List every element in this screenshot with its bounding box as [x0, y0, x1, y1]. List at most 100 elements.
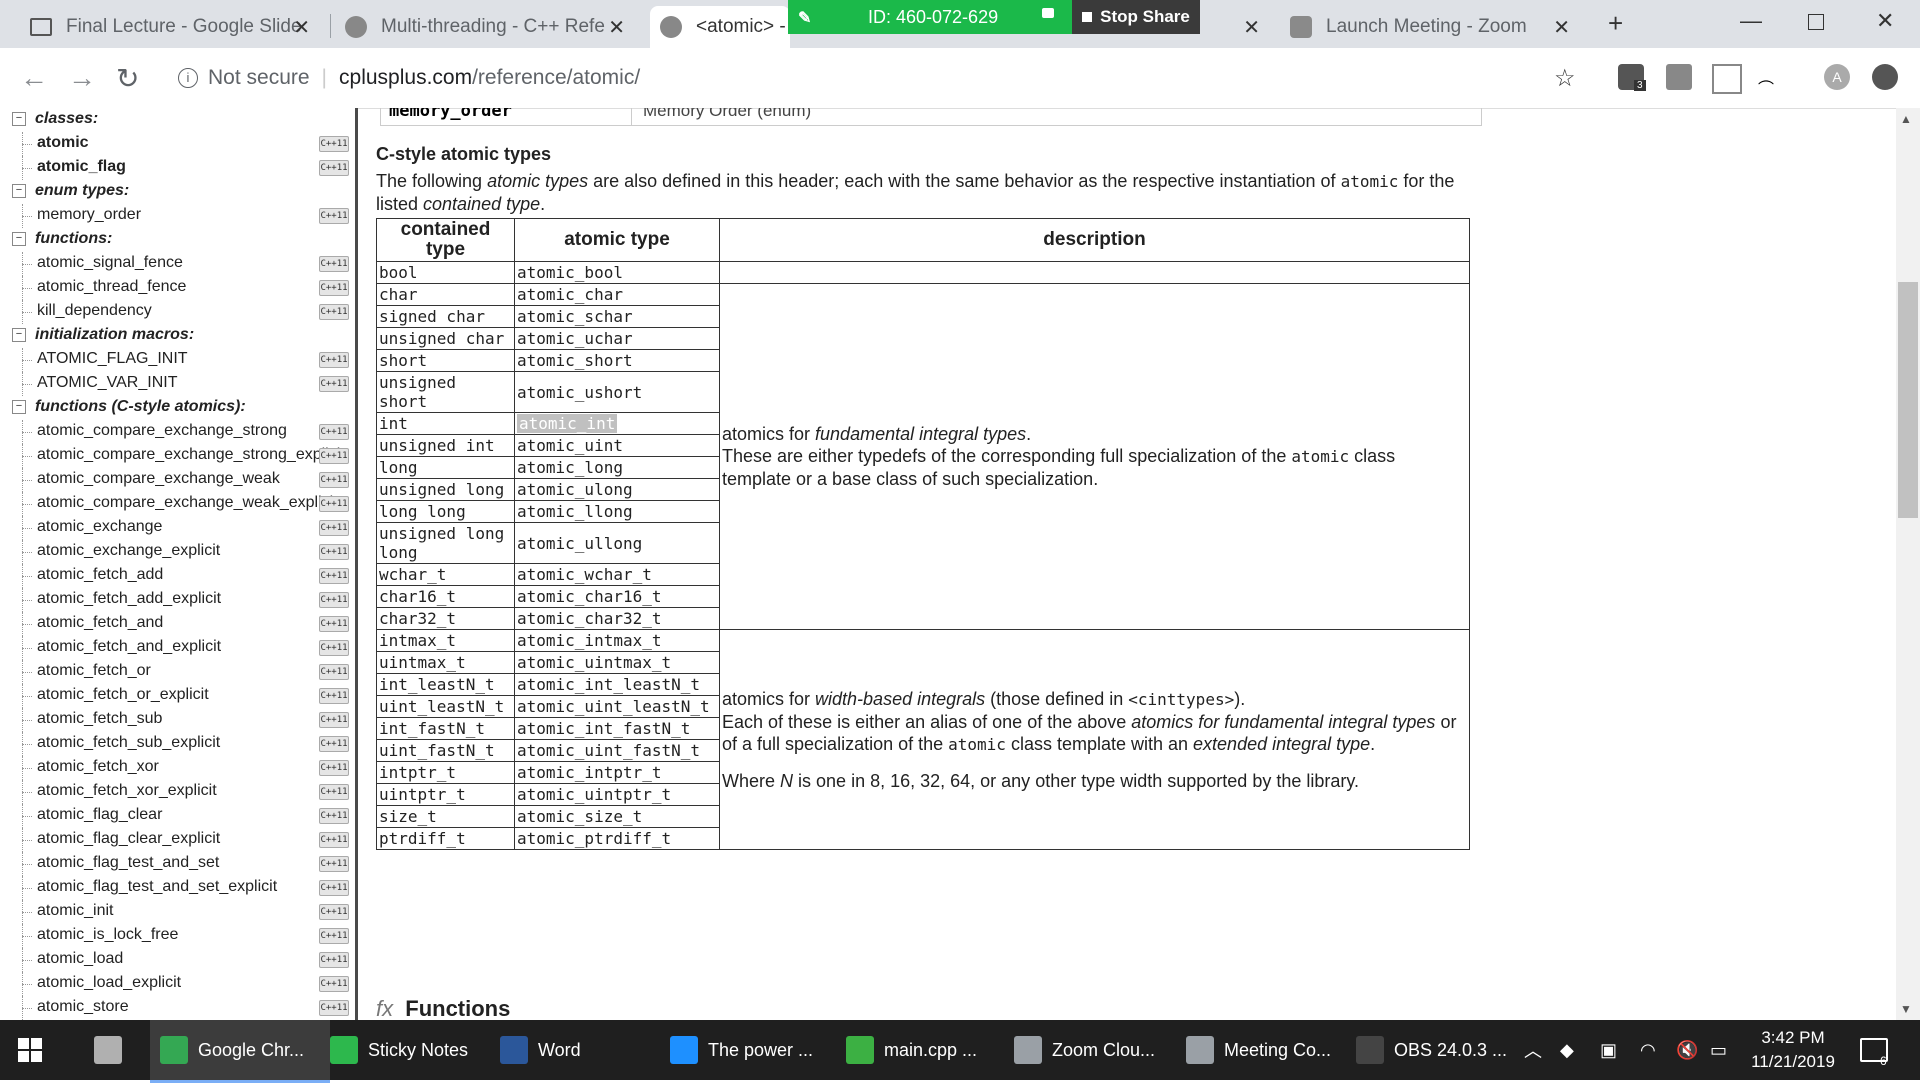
close-icon[interactable]: ✕: [608, 15, 625, 40]
taskbar-app[interactable]: Zoom Clou...: [1014, 1020, 1155, 1080]
sidebar-item[interactable]: atomic_flag_test_and_set_explicit C++11: [0, 876, 355, 900]
new-tab-button[interactable]: +: [1608, 8, 1623, 39]
minimize-icon[interactable]: —: [1740, 8, 1762, 34]
url-host: cplusplus.com: [339, 66, 473, 89]
info-icon[interactable]: i: [178, 68, 198, 88]
show-hidden-icons[interactable]: ︿: [1524, 1020, 1542, 1080]
sidebar-item[interactable]: atomic_fetch_and C++11: [0, 612, 355, 636]
close-icon[interactable]: ✕: [1553, 15, 1570, 40]
close-icon[interactable]: ✕: [1243, 15, 1260, 40]
tree-branch: [22, 216, 32, 217]
collapse-icon[interactable]: −: [12, 112, 26, 126]
sidebar-item[interactable]: atomic_flag C++11: [0, 156, 355, 180]
collapse-icon[interactable]: −: [12, 400, 26, 414]
collapse-icon[interactable]: −: [12, 328, 26, 342]
sidebar-group-header[interactable]: − initialization macros:: [0, 324, 355, 348]
sidebar-group-header[interactable]: − classes:: [0, 108, 355, 132]
sidebar-item[interactable]: atomic_flag_clear_explicit C++11: [0, 828, 355, 852]
reload-icon[interactable]: ↻: [116, 62, 139, 95]
taskbar-app[interactable]: The power ...: [670, 1020, 813, 1080]
prev-row-left[interactable]: memory_order: [389, 108, 512, 121]
sidebar-item[interactable]: atomic_fetch_xor_explicit C++11: [0, 780, 355, 804]
sidebar-item[interactable]: atomic_load_explicit C++11: [0, 972, 355, 996]
tab-google-slides[interactable]: Final Lecture - Google Slide ✕: [20, 6, 320, 48]
window-close-icon[interactable]: ✕: [1876, 8, 1894, 34]
tab-atomic[interactable]: <atomic> -: [650, 6, 790, 48]
dropbox-icon[interactable]: ◆: [1560, 1020, 1574, 1080]
sidebar-item[interactable]: atomic_fetch_add_explicit C++11: [0, 588, 355, 612]
sidebar-item-label: atomic_compare_exchange_weak: [37, 470, 280, 487]
taskbar-app[interactable]: [94, 1020, 132, 1080]
sidebar-item[interactable]: atomic_thread_fence C++11: [0, 276, 355, 300]
sidebar-item[interactable]: atomic_signal_fence C++11: [0, 252, 355, 276]
system-clock[interactable]: 3:42 PM 11/21/2019: [1738, 1026, 1848, 1074]
sidebar-item[interactable]: atomic_compare_exchange_strong_explicit C…: [0, 444, 355, 468]
taskbar-app[interactable]: Meeting Co...: [1186, 1020, 1331, 1080]
page-scrollbar-thumb[interactable]: [1898, 282, 1918, 518]
sidebar-item[interactable]: atomic C++11: [0, 132, 355, 156]
collapse-icon[interactable]: −: [12, 184, 26, 198]
sidebar-item[interactable]: ATOMIC_FLAG_INIT C++11: [0, 348, 355, 372]
sidebar-item[interactable]: atomic_compare_exchange_weak_explicit C++…: [0, 492, 355, 516]
address-bar[interactable]: i Not secure | cplusplus.com /reference/…: [178, 66, 640, 90]
sidebar-item[interactable]: atomic_fetch_sub C++11: [0, 708, 355, 732]
scroll-up-icon[interactable]: ▲: [1900, 112, 1912, 126]
sidebar-item[interactable]: atomic_flag_test_and_set C++11: [0, 852, 355, 876]
stop-share-button[interactable]: Stop Share: [1072, 0, 1200, 34]
tab-zoom[interactable]: Launch Meeting - Zoom ✕: [1280, 6, 1580, 48]
security-label: Not secure: [208, 66, 310, 89]
start-button[interactable]: [18, 1020, 42, 1080]
restore-icon[interactable]: [1808, 14, 1824, 30]
forward-arrow-icon[interactable]: →: [68, 62, 96, 94]
sidebar-group-header[interactable]: − functions (C-style atomics):: [0, 396, 355, 420]
collapse-icon[interactable]: −: [12, 232, 26, 246]
taskbar-app[interactable]: main.cpp ...: [846, 1020, 977, 1080]
sidebar-scroll-rail[interactable]: [355, 108, 358, 1020]
taskbar-app[interactable]: Google Chr...: [150, 1020, 330, 1083]
extension-bird-icon[interactable]: ︵: [1758, 64, 1784, 90]
taskbar-app[interactable]: Word: [500, 1020, 581, 1080]
sidebar-item[interactable]: atomic_store C++11: [0, 996, 355, 1020]
scroll-down-icon[interactable]: ▼: [1900, 1002, 1912, 1016]
cpp11-badge: C++11: [319, 784, 349, 800]
sidebar-item[interactable]: atomic_is_lock_free C++11: [0, 924, 355, 948]
taskbar-app[interactable]: Sticky Notes: [330, 1020, 468, 1080]
sidebar-item[interactable]: atomic_fetch_xor C++11: [0, 756, 355, 780]
display-icon[interactable]: ▣: [1600, 1020, 1617, 1080]
contained-type-cell: char: [376, 283, 515, 306]
sidebar-item[interactable]: atomic_compare_exchange_strong C++11: [0, 420, 355, 444]
page-scrollbar[interactable]: [1896, 108, 1920, 1020]
sidebar-item[interactable]: atomic_flag_clear C++11: [0, 804, 355, 828]
sidebar-group-header[interactable]: − functions:: [0, 228, 355, 252]
sidebar-item[interactable]: atomic_exchange_explicit C++11: [0, 540, 355, 564]
sidebar-group-header[interactable]: − enum types:: [0, 180, 355, 204]
action-center-icon[interactable]: 6: [1860, 1020, 1888, 1080]
zoom-pin-icon[interactable]: ✎: [798, 8, 816, 27]
sidebar-item[interactable]: atomic_exchange C++11: [0, 516, 355, 540]
sidebar-item[interactable]: memory_order C++11: [0, 204, 355, 228]
sidebar-item[interactable]: atomic_fetch_sub_explicit C++11: [0, 732, 355, 756]
sidebar-item[interactable]: kill_dependency C++11: [0, 300, 355, 324]
battery-icon[interactable]: ▭: [1710, 1020, 1727, 1080]
chrome-menu-icon[interactable]: [1872, 64, 1898, 90]
profile-avatar[interactable]: A: [1824, 64, 1850, 90]
sidebar-item[interactable]: atomic_init C++11: [0, 900, 355, 924]
sidebar-item[interactable]: atomic_load C++11: [0, 948, 355, 972]
back-arrow-icon[interactable]: ←: [20, 62, 48, 94]
sidebar-item[interactable]: atomic_fetch_or C++11: [0, 660, 355, 684]
bookmark-star-icon[interactable]: ☆: [1554, 64, 1576, 93]
close-icon[interactable]: ✕: [293, 15, 310, 40]
wifi-icon[interactable]: ◠: [1640, 1020, 1656, 1080]
taskbar-app[interactable]: OBS 24.0.3 ...: [1356, 1020, 1507, 1080]
volume-muted-icon[interactable]: 🔇: [1676, 1020, 1698, 1080]
contained-type-cell: short: [376, 349, 515, 372]
sidebar-item[interactable]: atomic_compare_exchange_weak C++11: [0, 468, 355, 492]
extension-window-icon[interactable]: [1712, 64, 1742, 94]
sidebar-item[interactable]: atomic_fetch_add C++11: [0, 564, 355, 588]
tab-multithreading[interactable]: Multi-threading - C++ Refe ✕: [335, 6, 635, 48]
sidebar-item[interactable]: atomic_fetch_or_explicit C++11: [0, 684, 355, 708]
reference-sidebar: − classes: atomic C++11 atomic_flag C++11− enu…: [0, 108, 358, 1020]
sidebar-item[interactable]: atomic_fetch_and_explicit C++11: [0, 636, 355, 660]
extension-icon[interactable]: [1666, 64, 1692, 90]
sidebar-item[interactable]: ATOMIC_VAR_INIT C++11: [0, 372, 355, 396]
